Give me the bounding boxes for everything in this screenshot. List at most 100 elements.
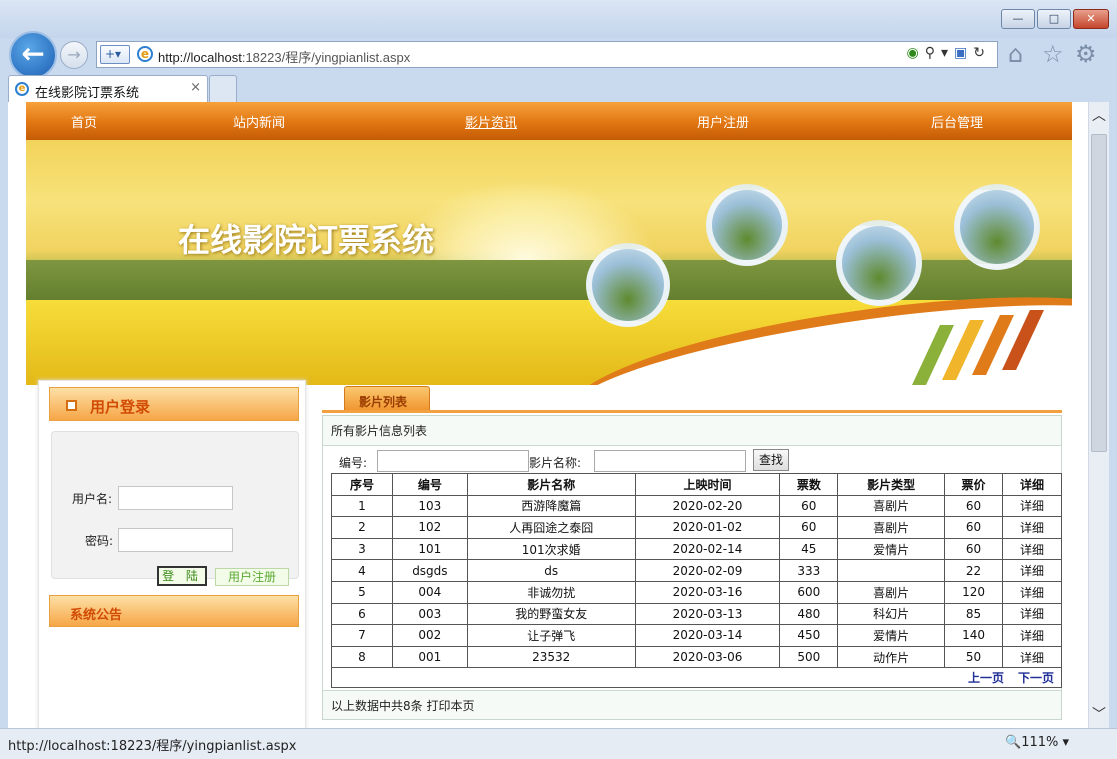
login-button[interactable]: 登 陆 — [157, 566, 207, 586]
compat-icon[interactable]: ◉ — [907, 45, 925, 61]
table-cell: 004 — [391, 580, 468, 604]
login-header: 用户登录 — [49, 387, 299, 421]
refresh-icon[interactable]: ↻ — [973, 45, 991, 61]
column-header: 影片名称 — [466, 473, 636, 496]
nav-news[interactable]: 站内新闻 — [233, 112, 285, 131]
table-cell: 102 — [391, 516, 468, 539]
table-row: 1 103 西游降魔篇 2020-02-20 60 喜剧片 60 详细 — [331, 494, 1062, 518]
address-url[interactable]: http://localhost:18223/程序/yingpianlist.a… — [158, 47, 410, 66]
register-button[interactable]: 用户注册 — [215, 568, 289, 586]
detail-link[interactable]: 详细 — [1002, 516, 1062, 539]
table-cell: 喜剧片 — [837, 516, 946, 539]
search-icon[interactable]: ⚲▾ — [925, 45, 954, 61]
forward-button[interactable]: → — [60, 41, 88, 69]
movie-list-panel: 所有影片信息列表 编号: 影片名称: 查找 序号 编号 影片名称 上映时间 票数 影片类型… — [322, 415, 1062, 720]
table-cell: 8 — [331, 645, 393, 669]
table-cell: 120 — [944, 580, 1004, 604]
table-cell: 600 — [779, 580, 839, 604]
top-menu: 首页 站内新闻 影片资讯 用户注册 后台管理 — [26, 102, 1072, 140]
table-cell: 2020-03-13 — [634, 602, 781, 626]
rss-icon[interactable]: ▣ — [954, 45, 973, 61]
table-cell: 450 — [779, 624, 839, 647]
detail-link[interactable]: 详细 — [1002, 559, 1062, 582]
tab-ie-icon: e — [15, 82, 29, 96]
table-cell: 7 — [331, 624, 393, 647]
url-path: :18223/程序/yingpianlist.aspx — [241, 50, 411, 65]
detail-link[interactable]: 详细 — [1002, 624, 1062, 647]
column-header: 编号 — [391, 473, 468, 496]
column-header: 票价 — [944, 473, 1004, 496]
table-cell: 85 — [944, 602, 1004, 626]
table-row: 7 002 让子弹飞 2020-03-14 450 爱情片 140 详细 — [331, 624, 1062, 647]
search-bar: 编号: 影片名称: 查找 — [337, 449, 1057, 472]
favorites-star-icon[interactable]: ☆ — [1042, 40, 1064, 68]
detail-link[interactable]: 详细 — [1002, 494, 1062, 518]
table-cell: 非诚勿扰 — [466, 580, 636, 604]
id-search-input[interactable] — [377, 450, 529, 472]
window-titlebar: — □ ✕ — [0, 0, 1117, 38]
page-viewport: 首页 站内新闻 影片资讯 用户注册 后台管理 在线影院订票系统 用户登录 用户名… — [8, 102, 1088, 728]
password-input[interactable] — [118, 528, 233, 552]
banner-title: 在线影院订票系统 — [178, 221, 435, 259]
detail-link[interactable]: 详细 — [1002, 602, 1062, 626]
table-cell: 45 — [779, 537, 839, 561]
browser-tab[interactable]: e 在线影院订票系统 × — [8, 75, 208, 102]
table-cell: 60 — [779, 494, 839, 518]
back-button[interactable]: ← — [9, 31, 57, 79]
search-button[interactable]: 查找 — [753, 449, 789, 471]
scroll-down-icon[interactable]: ﹀ — [1092, 704, 1106, 724]
gear-icon[interactable]: ⚙ — [1075, 40, 1097, 68]
detail-link[interactable]: 详细 — [1002, 580, 1062, 604]
nav-register[interactable]: 用户注册 — [697, 112, 749, 131]
table-row: 4 dsgds ds 2020-02-09 333 22 详细 — [331, 559, 1062, 582]
detail-link[interactable]: 详细 — [1002, 537, 1062, 561]
table-cell: 480 — [779, 602, 839, 626]
scroll-up-icon[interactable]: ︿ — [1092, 105, 1106, 125]
home-icon[interactable]: ⌂ — [1008, 40, 1023, 68]
column-header: 序号 — [331, 473, 393, 496]
table-cell: 22 — [944, 559, 1004, 582]
nav-movie-info[interactable]: 影片资讯 — [465, 112, 517, 131]
table-cell: 60 — [944, 494, 1004, 518]
table-row: 5 004 非诚勿扰 2020-03-16 600 喜剧片 120 详细 — [331, 580, 1062, 604]
table-cell: 2020-03-06 — [634, 645, 781, 669]
maximize-button[interactable]: □ — [1037, 9, 1071, 29]
tab-movie-list[interactable]: 影片列表 — [344, 386, 430, 412]
name-search-input[interactable] — [594, 450, 746, 472]
tab-close-icon[interactable]: × — [190, 80, 201, 95]
minimize-button[interactable]: — — [1001, 9, 1035, 29]
username-input[interactable] — [118, 486, 233, 510]
table-cell: 2020-02-09 — [634, 559, 781, 582]
address-tools[interactable]: ◉⚲▾▣↻ — [907, 45, 991, 61]
table-cell: 500 — [779, 645, 839, 669]
column-header: 影片类型 — [837, 473, 946, 496]
prev-page-link[interactable]: 上一页 — [968, 669, 1004, 686]
column-header: 票数 — [779, 473, 839, 496]
table-cell: 60 — [944, 516, 1004, 539]
next-page-link[interactable]: 下一页 — [1018, 669, 1054, 686]
name-search-label: 影片名称: — [529, 456, 582, 470]
table-cell: 5 — [331, 580, 393, 604]
compat-shield-icon[interactable]: +▾ — [100, 45, 130, 64]
ie-page-icon: e — [137, 46, 153, 62]
login-title: 用户登录 — [90, 398, 151, 416]
column-header: 上映时间 — [634, 473, 781, 496]
table-cell: 003 — [391, 602, 468, 626]
nav-admin[interactable]: 后台管理 — [931, 112, 983, 131]
table-cell: 爱情片 — [837, 537, 946, 561]
banner-photo-3 — [836, 220, 922, 306]
table-cell: 让子弹飞 — [466, 624, 636, 647]
login-form: 用户名: 密码: 登 陆 用户注册 — [51, 431, 299, 586]
detail-link[interactable]: 详细 — [1002, 645, 1062, 669]
table-header-row: 序号 编号 影片名称 上映时间 票数 影片类型 票价 详细 — [331, 473, 1062, 496]
close-window-button[interactable]: ✕ — [1073, 9, 1109, 29]
scroll-thumb[interactable] — [1091, 134, 1107, 452]
zoom-control[interactable]: 🔍111% ▾ — [1005, 735, 1069, 750]
table-cell: 喜剧片 — [837, 580, 946, 604]
site-banner: 在线影院订票系统 — [26, 140, 1072, 385]
address-bar[interactable]: +▾ e http://localhost:18223/程序/yingpianl… — [96, 41, 998, 68]
table-cell: 喜剧片 — [837, 494, 946, 518]
new-tab-button[interactable] — [209, 75, 237, 102]
nav-home[interactable]: 首页 — [71, 112, 97, 131]
vertical-scrollbar[interactable]: ︿ ﹀ — [1088, 102, 1109, 728]
